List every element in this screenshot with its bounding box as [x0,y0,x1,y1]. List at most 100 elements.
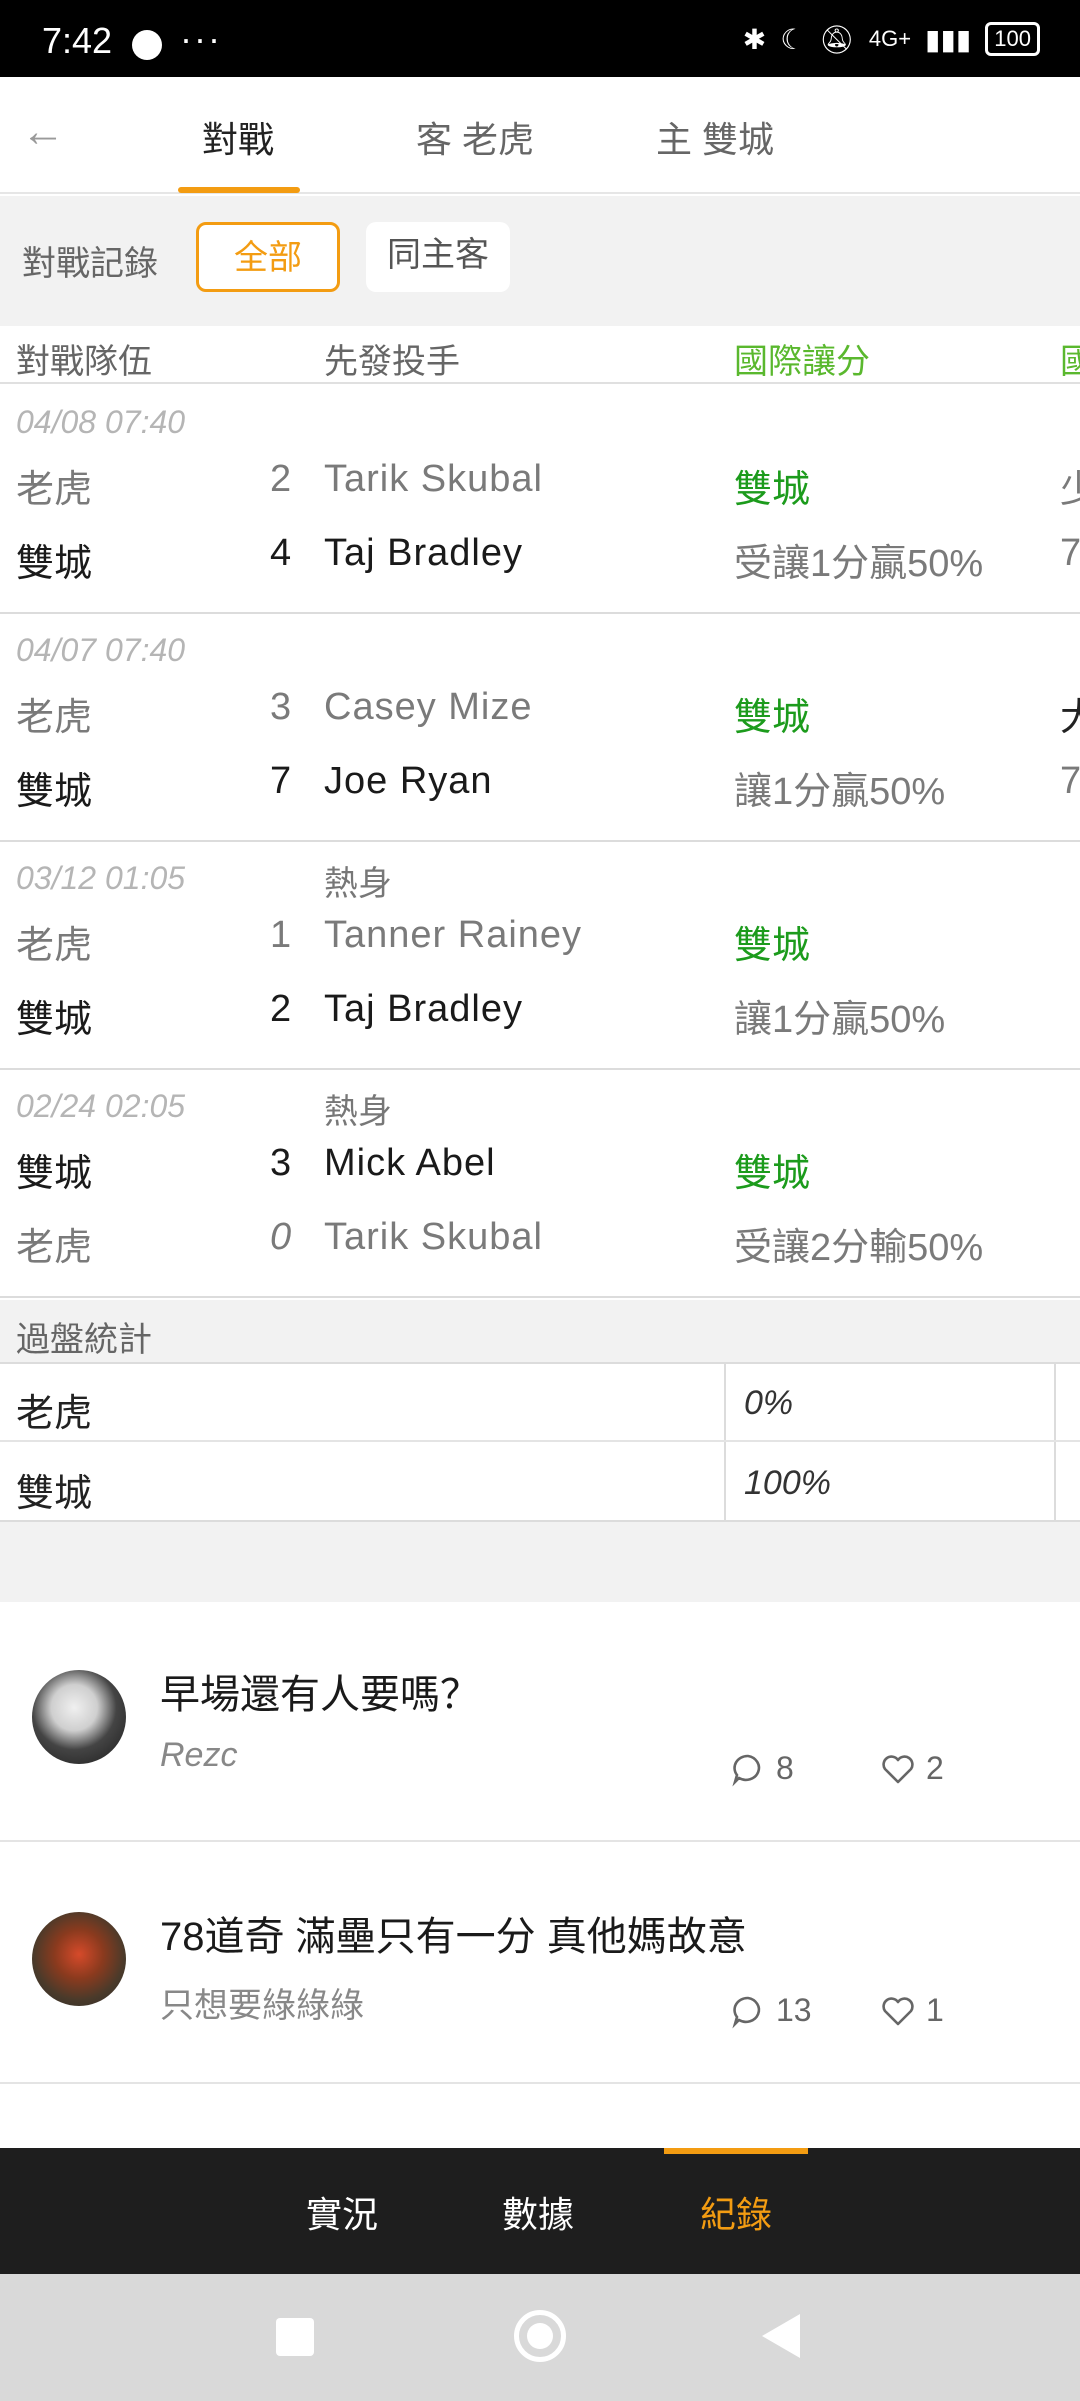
post-author[interactable]: 只想要綠綠綠 [160,1978,364,2027]
team-score: 1 [270,914,292,956]
starting-pitcher: Taj Bradley [324,532,523,574]
battery-icon: 100 [985,22,1040,56]
match-row[interactable]: 03/12 01:05 熱身 老虎 1 Tanner Rainey 雙城 雙城 … [0,842,1080,1070]
filter-label: 對戰記錄 [22,245,158,283]
team-name: 老虎 [16,1227,93,1269]
status-bar: 7:42 ··· ✱ ☾ 🔕︎ 4G+ ▮▮▮ 100 [0,0,1080,77]
handicap-winner: 雙城 [734,469,811,511]
stats-row: 老虎 0% [0,1364,1080,1442]
col-header-pitcher: 先發投手 [324,343,460,381]
tab-away-team[interactable]: 客 老虎 [416,111,534,163]
avatar[interactable] [32,1670,126,1764]
team-name: 老虎 [16,697,93,739]
like-count[interactable]: 1 [880,1992,944,2029]
stats-title: 過盤統計 [16,1321,152,1359]
team-name: 雙城 [16,771,93,813]
post-item[interactable]: 早場還有人要嗎？ Rezc 8 2 [0,1602,1080,1842]
cover-percentage: 100% [744,1464,831,1502]
extra-column: 7 [1060,532,1080,574]
extra-column: 少 [1060,469,1080,511]
match-tag: 熱身 [324,1093,392,1131]
tab-home-team[interactable]: 主 雙城 [656,111,774,163]
record-filter: 對戰記錄 全部 同主客 [0,196,1080,326]
table-header: 對戰隊伍 先發投手 國際讓分 國 [0,326,1080,384]
col-header-handicap: 國際讓分 [734,343,870,381]
starting-pitcher: Tarik Skubal [324,1216,543,1258]
filter-chip-all[interactable]: 全部 [196,222,340,292]
team-score: 2 [270,458,292,500]
home-icon[interactable] [514,2310,566,2362]
starting-pitcher: Joe Ryan [324,760,493,802]
like-count-value: 2 [926,1750,944,1786]
starting-pitcher: Tanner Rainey [324,914,583,956]
section-gap [0,1522,1080,1602]
back-icon[interactable] [762,2314,800,2358]
comment-count-value: 8 [776,1750,794,1786]
network-label: 4G+ [868,26,912,51]
post-title[interactable]: 78道奇 滿壘只有一分 真他媽故意 [160,1904,747,1962]
status-icons: ✱ ☾ 🔕︎ 4G+ ▮▮▮ 100 [743,22,1040,56]
handicap-winner: 雙城 [734,697,811,739]
team-name: 老虎 [16,1393,93,1435]
bottom-tab-bar: 實況 數據 紀錄 [0,2148,1080,2274]
team-score: 3 [270,1142,292,1184]
handicap-winner: 雙城 [734,1153,811,1195]
post-item[interactable]: 78道奇 滿壘只有一分 真他媽故意 只想要綠綠綠 13 1 [0,1844,1080,2084]
match-tag: 熱身 [324,865,392,903]
team-name: 雙城 [16,1153,93,1195]
match-date: 02/24 02:05 [16,1088,186,1124]
messenger-icon [132,30,162,60]
handicap-result: 受讓2分輸50% [734,1227,984,1269]
match-date: 04/08 07:40 [16,404,186,440]
col-header-team: 對戰隊伍 [16,343,152,381]
team-name: 雙城 [16,543,93,585]
comment-count-value: 13 [776,1992,812,2028]
moon-icon: ☾ [780,23,806,55]
team-score: 2 [270,988,292,1030]
handicap-result: 受讓1分贏50% [734,543,984,585]
handicap-result: 讓1分贏50% [734,999,946,1041]
comment-icon [732,1754,761,1786]
post-author[interactable]: Rezc [160,1736,237,1775]
tab-matchup[interactable]: 對戰 [202,111,274,163]
active-bottom-tab-indicator [664,2148,808,2154]
like-count[interactable]: 2 [880,1750,944,1787]
bluetooth-icon: ✱ [742,23,767,55]
more-notifications-icon: ··· [180,18,222,59]
tab-records[interactable]: 紀錄 [700,2186,772,2238]
mute-icon: 🔕︎ [819,23,855,55]
starting-pitcher: Tarik Skubal [324,458,543,500]
comment-count[interactable]: 8 [730,1750,794,1787]
team-name: 老虎 [16,925,93,967]
match-row[interactable]: 04/08 07:40 老虎 2 Tarik Skubal 雙城 少 雙城 4 … [0,386,1080,614]
team-name: 老虎 [16,469,93,511]
heart-icon [882,1754,914,1783]
tab-live[interactable]: 實況 [306,2186,378,2238]
starting-pitcher: Casey Mize [324,686,533,728]
filter-chip-same-home-away[interactable]: 同主客 [366,222,510,292]
avatar[interactable] [32,1912,126,2006]
match-date: 03/12 01:05 [16,860,186,896]
extra-column: 大 [1060,697,1080,739]
cover-percentage: 0% [744,1384,794,1422]
post-title[interactable]: 早場還有人要嗎？ [160,1662,480,1720]
cover-stats-table: 老虎 0% 雙城 100% [0,1364,1080,1522]
match-row[interactable]: 02/24 02:05 熱身 雙城 3 Mick Abel 雙城 老虎 0 Ta… [0,1070,1080,1298]
team-score: 4 [270,532,292,574]
back-arrow-icon[interactable]: ← [18,107,68,157]
match-date: 04/07 07:40 [16,632,186,668]
like-count-value: 1 [926,1992,944,2028]
handicap-winner: 雙城 [734,925,811,967]
system-navigation-bar [0,2274,1080,2401]
team-name: 雙城 [16,999,93,1041]
handicap-result: 讓1分贏50% [734,771,946,813]
starting-pitcher: Taj Bradley [324,988,523,1030]
match-row[interactable]: 04/07 07:40 老虎 3 Casey Mize 雙城 大 雙城 7 Jo… [0,614,1080,842]
team-score: 7 [270,760,292,802]
stats-section-header: 過盤統計 [0,1300,1080,1364]
tab-data[interactable]: 數據 [502,2186,574,2238]
comment-count[interactable]: 13 [730,1992,812,2029]
active-tab-indicator [178,187,300,193]
heart-icon [882,1996,914,2025]
recent-apps-icon[interactable] [276,2318,314,2356]
